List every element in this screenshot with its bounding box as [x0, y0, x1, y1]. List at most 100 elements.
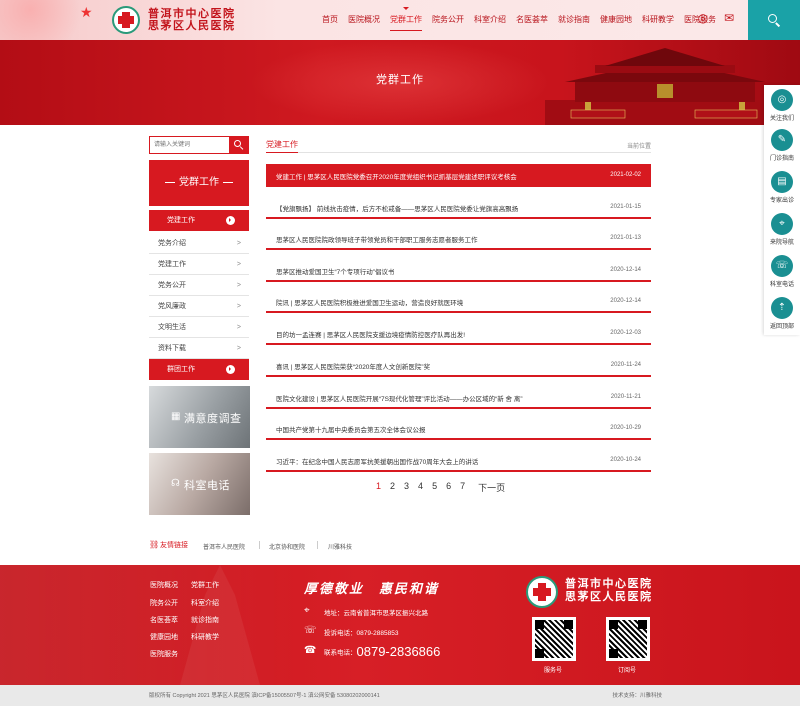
float-navigation[interactable]: ⌖ 来院导航: [764, 213, 800, 246]
news-date: 2021-02-02: [610, 172, 641, 178]
friendly-link[interactable]: 普洱市人民医院: [203, 542, 245, 551]
news-item[interactable]: 思茅区人民医院院政领导班子带领党员和干部职工服务志愿者服务工作 2021-01-…: [266, 227, 651, 250]
news-date: 2020-10-24: [610, 457, 641, 463]
page-6[interactable]: 6: [446, 481, 451, 493]
footer-nav-health[interactable]: 健康园地: [150, 632, 178, 642]
news-title: 【党旗飘扬】 前线抗击疫情，后方不松戒备——思茅区人民医院党委让党旗高高飘扬: [276, 206, 519, 213]
news-item[interactable]: 党建工作 | 思茅区人民医院党委召开2020年度党组织书记抓基层党建述职评议考核…: [266, 164, 651, 187]
float-back-to-top[interactable]: ⇡ 返回顶部: [764, 297, 800, 330]
footer-nav-doctors[interactable]: 名医荟萃: [150, 615, 178, 625]
tiananmen-illustration: [545, 48, 785, 125]
footer-nav-departments[interactable]: 科室介绍: [191, 598, 219, 608]
page-1[interactable]: 1: [376, 481, 381, 493]
news-item[interactable]: 中国共产党第十九届中央委员会第五次全体会议公报 2020-10-29: [266, 417, 651, 440]
link-icon: ⛓: [149, 540, 160, 549]
hospital-name-line2: 思茅区人民医院: [148, 20, 236, 32]
chat-icon: ✎: [771, 129, 793, 151]
sidebar-item-civil-life[interactable]: 文明生活 >: [149, 317, 249, 338]
sidebar-search-input[interactable]: [150, 137, 230, 153]
wechat-icon[interactable]: ◎: [696, 12, 710, 25]
news-item[interactable]: 【党旗飘扬】 前线抗击疫情，后方不松戒备——思茅区人民医院党委让党旗高高飘扬 2…: [266, 196, 651, 219]
sidebar-search: [149, 136, 249, 154]
nav-health[interactable]: 健康园地: [600, 14, 632, 28]
nav-party-work[interactable]: 党群工作: [390, 7, 422, 31]
float-follow-us[interactable]: ◎ 关注我们: [764, 89, 800, 122]
hospital-logo[interactable]: [112, 6, 140, 34]
pagination: 1 2 3 4 5 6 7 下一页: [376, 481, 514, 493]
news-date: 2021-01-13: [610, 235, 641, 241]
news-title: 习近平：在纪念中国人民志愿军抗美援朝出国作战70周年大会上的讲话: [276, 459, 479, 466]
department-phone-banner[interactable]: ☊ 科室电话: [149, 453, 250, 515]
location-icon: ⌖: [771, 213, 793, 235]
footer-nav-affairs[interactable]: 院务公开: [150, 598, 178, 608]
sidebar-item-party-work[interactable]: 党建工作 >: [149, 254, 249, 275]
friendly-links: ⛓友情链接 普洱市人民医院 北京协和医院 川雅科技: [149, 537, 649, 553]
tech-support-text[interactable]: 技术支持：川雅科技: [612, 691, 662, 699]
nav-departments[interactable]: 科室介绍: [474, 14, 506, 28]
page-7[interactable]: 7: [460, 481, 465, 493]
nav-home[interactable]: 首页: [322, 14, 338, 28]
footer-slogan: 厚德敬业 惠民和谐: [304, 581, 440, 596]
page-3[interactable]: 3: [404, 481, 409, 493]
section-title: 党建工作: [266, 139, 298, 153]
sidebar-item-mass-work[interactable]: 群团工作: [149, 359, 249, 380]
news-item[interactable]: 目的坊一孟连赛 | 思茅区人民医院支援边境疫情防控医疗队再出发! 2020-12…: [266, 322, 651, 345]
news-item[interactable]: 思茅区推动爱国卫生“7个专项行动”倡议书 2020-12-14: [266, 259, 651, 282]
footer-nav-party-work[interactable]: 党群工作: [191, 580, 219, 590]
friendly-link[interactable]: 川雅科技: [328, 542, 352, 551]
news-item[interactable]: 喜讯 | 思茅区人民医院荣获“2020年度人文创新医院”奖 2020-11-24: [266, 354, 651, 377]
news-date: 2021-01-15: [610, 204, 641, 210]
nav-doctors[interactable]: 名医荟萃: [516, 14, 548, 28]
nav-overview[interactable]: 医院概况: [348, 14, 380, 28]
sidebar-search-button[interactable]: [229, 136, 249, 154]
nav-guide[interactable]: 就诊指南: [558, 14, 590, 28]
page-4[interactable]: 4: [418, 481, 423, 493]
news-date: 2020-11-21: [610, 394, 641, 400]
chevron-right-icon: >: [236, 240, 241, 247]
sidebar-item-party-affairs[interactable]: 党务公开 >: [149, 275, 249, 296]
news-item[interactable]: 医院文化建设 | 思茅区人民医院开展“7S现代化管理”评比活动——办公区域的“新…: [266, 386, 651, 409]
sidebar-item-party-intro[interactable]: 党务介绍 >: [149, 233, 249, 254]
next-page-link[interactable]: 下一页: [478, 481, 505, 493]
news-title: 中国共产党第十九届中央委员会第五次全体会议公报: [276, 427, 426, 434]
mail-icon[interactable]: ✉: [722, 12, 736, 25]
float-outpatient-guide[interactable]: ✎ 门诊指南: [764, 129, 800, 162]
chevron-right-icon: >: [236, 261, 241, 268]
sidebar-item-party-building[interactable]: 党建工作: [149, 210, 249, 231]
news-title: 思茅区推动爱国卫生“7个专项行动”倡议书: [276, 269, 395, 276]
news-date: 2020-12-14: [610, 298, 641, 304]
star-icon: ★: [80, 4, 93, 20]
header-search-button[interactable]: [748, 0, 800, 40]
float-expert-schedule[interactable]: ▤ 专家出诊: [764, 171, 800, 204]
footer-nav-guide[interactable]: 就诊指南: [191, 615, 219, 625]
sidebar-item-integrity[interactable]: 党风廉政 >: [149, 296, 249, 317]
calendar-icon: ▤: [771, 171, 793, 193]
wechat-icon: ◎: [771, 89, 793, 111]
chevron-right-icon: >: [236, 324, 241, 331]
footer-hospital-name: 普洱市中心医院 思茅区人民医院: [565, 578, 653, 603]
nav-research[interactable]: 科研教学: [642, 14, 674, 28]
floating-service-bar: ◎ 关注我们 ✎ 门诊指南 ▤ 专家出诊 ⌖ 来院导航 ☏ 科室电话 ⇡ 返回顶…: [764, 85, 800, 335]
sidebar-item-downloads[interactable]: 资料下载 >: [149, 338, 249, 359]
footer-nav-overview[interactable]: 医院概况: [150, 580, 178, 590]
friendly-link[interactable]: 北京协和医院: [269, 542, 305, 551]
page-2[interactable]: 2: [390, 481, 395, 493]
qr-label-subscription: 订阅号: [618, 668, 637, 674]
service-account-qr-code: [532, 617, 576, 661]
float-department-phone[interactable]: ☏ 科室电话: [764, 255, 800, 288]
footer-nav-research[interactable]: 科研教学: [191, 632, 219, 642]
satisfaction-survey-banner[interactable]: ▦ 满意度调查: [149, 386, 250, 448]
news-item[interactable]: 习近平：在纪念中国人民志愿军抗美援朝出国作战70周年大会上的讲话 2020-10…: [266, 449, 651, 472]
news-date: 2020-12-03: [610, 330, 641, 336]
qr-label-service: 服务号: [544, 668, 563, 674]
news-date: 2020-10-29: [610, 425, 641, 431]
copyright-bar: 版权所有 Copyright 2021 思茅区人民医院 滇ICP备1500550…: [0, 685, 800, 706]
page-5[interactable]: 5: [432, 481, 437, 493]
chevron-right-icon: >: [236, 345, 241, 352]
news-item[interactable]: 院讯 | 思茅区人民医院积极推进爱国卫生运动，营造良好就医环境 2020-12-…: [266, 290, 651, 313]
breadcrumb[interactable]: 当前位置: [627, 141, 651, 150]
hospital-name[interactable]: 普洱市中心医院 思茅区人民医院: [148, 8, 236, 32]
arrow-right-circle-icon: [226, 216, 235, 225]
nav-affairs[interactable]: 院务公开: [432, 14, 464, 28]
footer-nav-services[interactable]: 医院服务: [150, 649, 178, 659]
